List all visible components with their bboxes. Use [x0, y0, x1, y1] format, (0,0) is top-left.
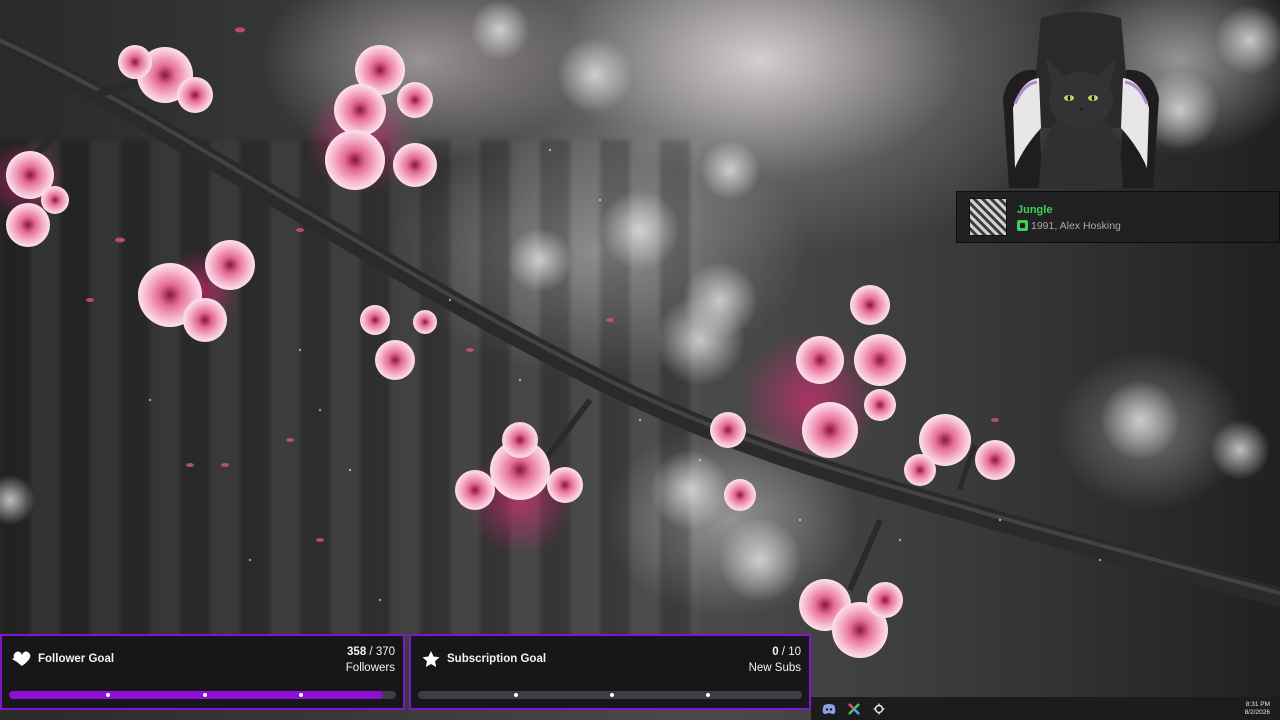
heart-hands-icon	[12, 651, 31, 666]
progress-tick	[706, 693, 710, 697]
subscription-progress-bar	[418, 691, 802, 699]
album-art	[969, 198, 1007, 236]
progress-tick	[202, 693, 207, 697]
follower-goal-title: Follower Goal	[38, 653, 115, 665]
follower-goal-widget: Follower Goal 358 / 370 Followers	[0, 634, 405, 710]
subscription-unit: New Subs	[748, 662, 801, 674]
avatar-cam	[1001, 8, 1161, 188]
subscription-separator: /	[778, 646, 789, 658]
now-playing-widget: Jungle 1991, Alex Hosking	[956, 191, 1280, 243]
steelseries-icon[interactable]	[872, 702, 886, 716]
follower-progress-bar	[9, 691, 396, 699]
follower-target: 370	[375, 646, 395, 658]
cat-avatar-icon	[1003, 12, 1159, 188]
follower-unit: Followers	[345, 662, 395, 674]
spotify-badge-icon	[1017, 220, 1028, 231]
subscription-goal-count: 0 / 10 New Subs	[749, 644, 801, 676]
star-icon	[422, 651, 440, 667]
taskbar: 8:31 PM 8/2/2026	[811, 697, 1280, 720]
clock-date: 8/2/2026	[1244, 708, 1270, 716]
track-meta: 1991, Alex Hosking	[1031, 219, 1121, 232]
subscription-target: 10	[788, 646, 801, 658]
subscription-goal-title: Subscription Goal	[447, 653, 547, 665]
follower-current: 358	[347, 646, 367, 658]
discord-icon[interactable]	[822, 702, 836, 716]
system-clock[interactable]: 8:31 PM 8/2/2026	[1245, 701, 1270, 717]
subscription-goal-widget: Subscription Goal 0 / 10 New Subs	[409, 634, 811, 710]
clock-time: 8:31 PM	[1245, 700, 1270, 708]
follower-progress-fill	[9, 691, 384, 699]
xbox-app-icon[interactable]	[847, 702, 861, 716]
stream-overlay: Jungle 1991, Alex Hosking Follower Goal …	[0, 0, 1280, 720]
follower-separator: /	[366, 646, 376, 658]
progress-tick	[105, 693, 110, 697]
progress-tick	[610, 693, 614, 697]
progress-tick	[514, 693, 518, 697]
track-title: Jungle	[1017, 203, 1053, 216]
follower-goal-count: 358 / 370 Followers	[346, 644, 395, 676]
